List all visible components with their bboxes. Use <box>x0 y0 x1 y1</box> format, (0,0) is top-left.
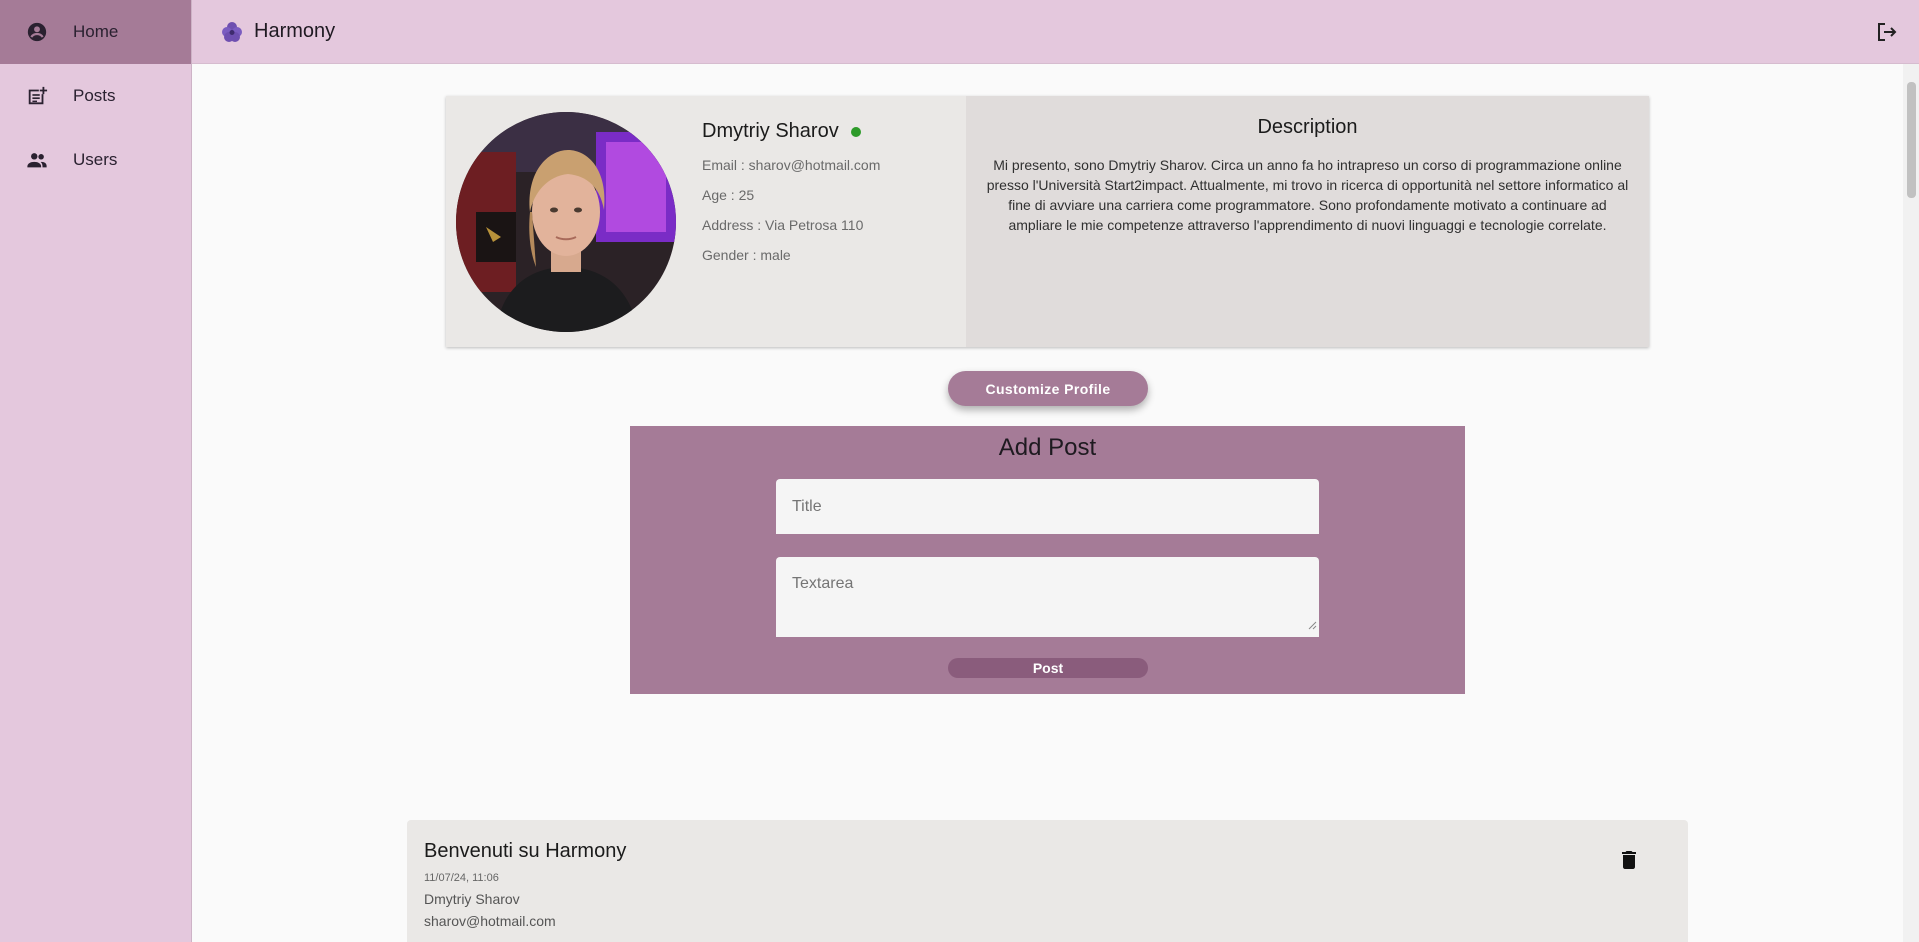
sidebar-item-posts[interactable]: Posts <box>0 64 191 128</box>
delete-icon[interactable] <box>1617 848 1641 872</box>
app-title: Harmony <box>254 20 336 42</box>
post-title: Benvenuti su Harmony <box>424 840 627 862</box>
sidebar-item-users[interactable]: Users <box>0 128 191 192</box>
post-author-email: sharov@hotmail.com <box>424 913 556 929</box>
app-header: Harmony <box>192 0 1919 64</box>
profile-email: Email : sharov@hotmail.com <box>702 157 881 173</box>
sidebar-item-label: Users <box>73 150 118 169</box>
sidebar: Home Posts Users <box>0 0 192 942</box>
customize-profile-button[interactable]: Customize Profile <box>948 371 1148 406</box>
post-submit-button[interactable]: Post <box>948 658 1148 678</box>
post-date: 11/07/24, 11:06 <box>424 872 499 884</box>
post-card: Benvenuti su Harmony 11/07/24, 11:06 Dmy… <box>407 820 1688 942</box>
online-status-indicator <box>850 126 861 137</box>
profile-name: Dmytriy Sharov <box>702 120 839 142</box>
add-post-title: Add Post <box>998 434 1097 461</box>
sidebar-item-label: Home <box>73 22 119 41</box>
post-body-textarea[interactable] <box>776 557 1319 637</box>
group-icon <box>24 147 50 173</box>
profile-info-panel: Dmytriy Sharov Email : sharov@hotmail.co… <box>446 96 966 347</box>
post-add-icon <box>24 83 50 109</box>
brand[interactable]: Harmony <box>220 20 335 44</box>
profile-gender: Gender : male <box>702 247 791 263</box>
profile-info: Dmytriy Sharov Email : sharov@hotmail.co… <box>702 120 880 263</box>
account-circle-icon <box>24 19 50 45</box>
logout-icon[interactable] <box>1875 20 1899 44</box>
profile-card: Dmytriy Sharov Email : sharov@hotmail.co… <box>446 96 1649 347</box>
flower-icon <box>220 20 244 44</box>
sidebar-item-label: Posts <box>73 86 116 105</box>
post-title-input[interactable] <box>776 479 1319 534</box>
sidebar-item-home[interactable]: Home <box>0 0 191 64</box>
scrollbar[interactable] <box>1903 64 1919 942</box>
profile-address: Address : Via Petrosa 110 <box>702 217 864 233</box>
description-panel: Description Mi presento, sono Dmytriy Sh… <box>966 96 1649 347</box>
avatar <box>456 112 676 332</box>
scrollbar-thumb[interactable] <box>1907 82 1916 198</box>
post-author: Dmytriy Sharov <box>424 891 520 907</box>
resize-handle-icon[interactable] <box>1307 617 1317 630</box>
profile-name-row: Dmytriy Sharov <box>702 120 880 143</box>
description-text: Mi presento, sono Dmytriy Sharov. Circa … <box>986 157 1629 233</box>
profile-age: Age : 25 <box>702 187 755 203</box>
add-post-form: Add Post Post <box>630 426 1465 694</box>
description-title: Description <box>1257 116 1358 138</box>
